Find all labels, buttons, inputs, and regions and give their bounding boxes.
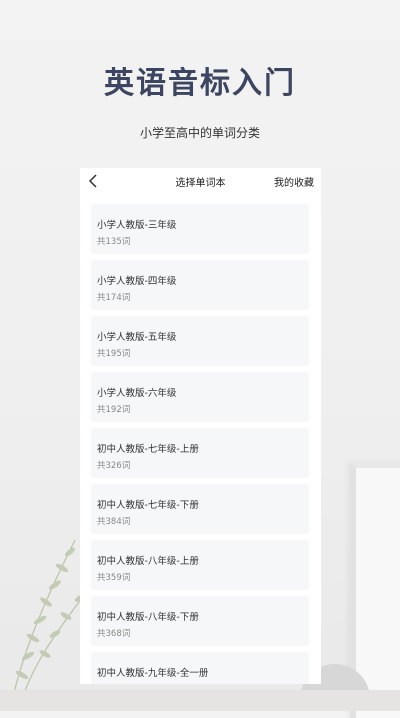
wordbook-item[interactable]: 初中人教版-七年级-上册 共326词 <box>91 428 309 478</box>
wordbook-name: 小学人教版-五年级 <box>97 332 177 343</box>
wordbook-item[interactable]: 初中人教版-七年级-下册 共384词 <box>91 484 309 534</box>
wordbook-item[interactable]: 初中人教版-八年级-上册 共359词 <box>91 540 309 590</box>
phone-screen: 选择单词本 我的收藏 小学人教版-三年级 共135词 小学人教版-四年级 共17… <box>80 168 321 684</box>
wordbook-item[interactable]: 小学人教版-四年级 共174词 <box>91 260 309 310</box>
wordbook-count: 共135词 <box>97 237 131 247</box>
wordbook-count: 共368词 <box>97 629 131 639</box>
wordbook-item[interactable]: 初中人教版-九年级-全一册 <box>91 652 309 684</box>
hero-subtitle: 小学至高中的单词分类 <box>139 126 260 140</box>
wordbook-name: 初中人教版-八年级-上册 <box>97 556 199 567</box>
wordbook-item[interactable]: 小学人教版-五年级 共195词 <box>91 316 309 366</box>
wordbook-name: 初中人教版-七年级-上册 <box>97 444 199 455</box>
top-bar: 选择单词本 我的收藏 <box>80 168 321 194</box>
background-shelf <box>0 690 400 711</box>
wordbook-name: 初中人教版-八年级-下册 <box>97 612 199 623</box>
wordbook-count: 共192词 <box>97 405 131 415</box>
wordbook-count: 共174词 <box>97 293 131 303</box>
background-plant-icon <box>9 539 89 711</box>
wordbook-count: 共195词 <box>97 349 131 359</box>
wordbook-list: 小学人教版-三年级 共135词 小学人教版-四年级 共174词 小学人教版-五年… <box>91 204 309 684</box>
wordbook-name: 初中人教版-九年级-全一册 <box>97 668 209 679</box>
wordbook-item[interactable]: 初中人教版-八年级-下册 共368词 <box>91 596 309 646</box>
wordbook-name: 小学人教版-六年级 <box>97 388 177 399</box>
wordbook-count: 共326词 <box>97 461 131 471</box>
wordbook-count: 共359词 <box>97 573 131 583</box>
wordbook-name: 小学人教版-四年级 <box>97 276 177 287</box>
hero-title: 英语音标入门 <box>104 66 296 101</box>
favorites-button[interactable]: 我的收藏 <box>274 174 314 189</box>
wordbook-name: 初中人教版-七年级-下册 <box>97 500 199 511</box>
wordbook-item[interactable]: 小学人教版-六年级 共192词 <box>91 372 309 422</box>
wordbook-count: 共384词 <box>97 517 131 527</box>
wordbook-name: 小学人教版-三年级 <box>97 220 177 231</box>
wordbook-item[interactable]: 小学人教版-三年级 共135词 <box>91 204 309 254</box>
